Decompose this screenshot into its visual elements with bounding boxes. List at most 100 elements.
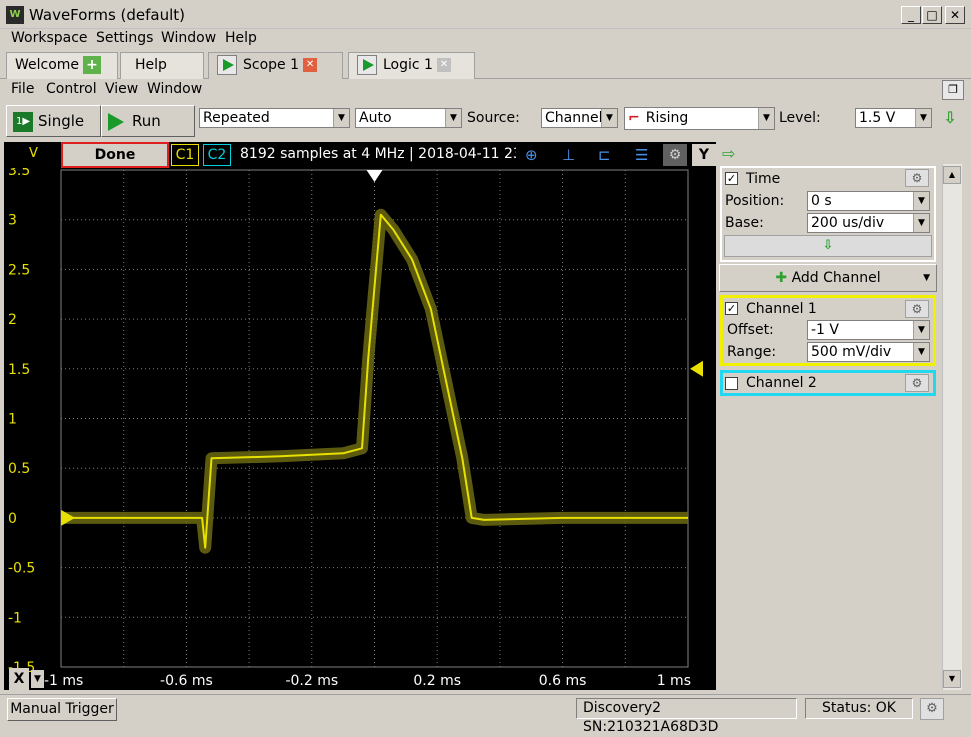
- chevron-down-icon: ▼: [915, 109, 931, 127]
- time-checkbox[interactable]: ✓: [725, 171, 738, 186]
- source-select[interactable]: Channel ▼: [541, 108, 618, 128]
- acquisition-info: 8192 samples at 4 MHz | 2018-04-11 23:: [240, 146, 516, 162]
- y-unit-label: V: [29, 146, 38, 161]
- chevron-down-icon: ▼: [913, 192, 929, 210]
- run-button[interactable]: Run: [101, 105, 195, 137]
- tab-logic-1-label: Logic 1: [383, 57, 433, 73]
- acquisition-status: Done: [61, 142, 169, 168]
- submenu-view[interactable]: View: [105, 81, 138, 97]
- chevron-down-icon: ▼: [913, 214, 929, 232]
- channel-2-toggle[interactable]: C2: [203, 144, 231, 166]
- y-tick-label: 3: [8, 213, 17, 229]
- tab-welcome-label: Welcome: [15, 57, 80, 73]
- chevron-down-icon: ▼: [913, 321, 929, 339]
- acquisition-mode-select[interactable]: Repeated ▼: [199, 108, 350, 128]
- minimize-button[interactable]: _: [901, 6, 921, 24]
- gear-icon[interactable]: ⚙: [920, 698, 944, 720]
- y-tick-label: -1: [8, 610, 22, 626]
- expand-time-button[interactable]: ⇩: [724, 235, 932, 257]
- base-value: 200 us/div: [811, 215, 885, 231]
- trigger-position-marker: [366, 170, 383, 182]
- chevron-down-icon: ▼: [758, 108, 774, 129]
- x-tick-label: 0.6 ms: [539, 673, 587, 689]
- tab-help-label: Help: [135, 57, 167, 73]
- zoom-icon[interactable]: ⊕: [525, 146, 538, 164]
- play-icon: [108, 112, 124, 131]
- trigger-mode-value: Auto: [359, 110, 392, 126]
- close-tab-icon[interactable]: ✕: [436, 58, 451, 72]
- position-select[interactable]: 0 s ▼: [807, 191, 930, 211]
- tab-scope-1[interactable]: Scope 1 ✕: [208, 52, 343, 79]
- tab-welcome[interactable]: Welcome +: [6, 52, 118, 79]
- menu-workspace[interactable]: Workspace: [11, 30, 88, 46]
- cursor-icon[interactable]: ⊥: [562, 146, 575, 164]
- gear-icon[interactable]: ⚙: [905, 169, 929, 187]
- close-button[interactable]: ✕: [945, 6, 965, 24]
- menu-window[interactable]: Window: [161, 30, 216, 46]
- submenu-file[interactable]: File: [11, 81, 34, 97]
- device-info: Discovery2 SN:210321A68D3D: [576, 698, 797, 735]
- submenu-window[interactable]: Window: [147, 81, 202, 97]
- x-tick-label: 1 ms: [657, 673, 691, 689]
- gear-icon[interactable]: ⚙: [663, 144, 687, 166]
- single-run-icon: 1▶: [13, 111, 33, 132]
- gear-icon[interactable]: ⚙: [905, 374, 929, 392]
- single-button[interactable]: 1▶ Single: [6, 105, 101, 137]
- position-value: 0 s: [811, 193, 832, 209]
- oscilloscope-plot[interactable]: 3.532.521.510.50-0.5-1-1.5-1 ms-0.6 ms-0…: [4, 163, 716, 690]
- single-label: Single: [38, 112, 85, 130]
- marker-icon[interactable]: ☰: [635, 146, 648, 164]
- channel-2-label: Channel 2: [746, 375, 817, 391]
- tab-logic-1[interactable]: Logic 1 ✕: [348, 52, 475, 79]
- x-axis-button[interactable]: X: [9, 668, 29, 690]
- add-channel-label: Add Channel: [791, 270, 881, 286]
- y-tick-label: 2: [8, 312, 17, 328]
- base-label: Base:: [725, 215, 764, 231]
- range-value: 500 mV/div: [811, 344, 892, 360]
- x-tick-label: -1 ms: [44, 673, 83, 689]
- run-label: Run: [132, 112, 161, 130]
- restore-window-icon[interactable]: ❐: [942, 80, 964, 100]
- checkbox-icon: [725, 377, 738, 390]
- scrollbar[interactable]: [942, 164, 962, 690]
- arrow-down-icon[interactable]: ⇩: [940, 108, 960, 130]
- arrow-right-icon[interactable]: ⇨: [722, 144, 735, 163]
- add-icon[interactable]: +: [83, 56, 102, 74]
- offset-label: Offset:: [727, 322, 774, 338]
- channel-1-checkbox[interactable]: ✓: [725, 301, 738, 316]
- menu-help[interactable]: Help: [225, 30, 257, 46]
- tab-help[interactable]: Help: [120, 52, 204, 79]
- y-tick-label: -0.5: [8, 561, 35, 577]
- chevron-down-icon: ▼: [913, 343, 929, 361]
- base-select[interactable]: 200 us/div ▼: [807, 213, 930, 233]
- level-select[interactable]: 1.5 V ▼: [855, 108, 932, 128]
- gear-icon[interactable]: ⚙: [905, 300, 929, 318]
- y-axis-button[interactable]: Y: [692, 144, 716, 166]
- trigger-edge-select[interactable]: ⌐ Rising ▼: [624, 107, 775, 130]
- chevron-down-icon[interactable]: ▼: [31, 670, 44, 688]
- y-tick-label: 0.5: [8, 461, 30, 477]
- submenu-control[interactable]: Control: [46, 81, 97, 97]
- plot-area[interactable]: 3.532.521.510.50-0.5-1-1.5-1 ms-0.6 ms-0…: [4, 163, 716, 690]
- scroll-up-icon[interactable]: ▲: [943, 166, 961, 184]
- title-bar: W WaveForms (default) _ □ ✕: [0, 0, 971, 29]
- manual-trigger-button[interactable]: Manual Trigger: [7, 698, 117, 721]
- window-title: WaveForms (default): [29, 6, 186, 24]
- offset-select[interactable]: -1 V ▼: [807, 320, 930, 340]
- menu-settings[interactable]: Settings: [96, 30, 153, 46]
- chevron-down-icon: ▼: [445, 109, 461, 127]
- channel-1-label: Channel 1: [746, 301, 817, 317]
- measure-icon[interactable]: ⊏: [598, 146, 611, 164]
- chevron-down-icon: ▼: [333, 109, 349, 127]
- range-select[interactable]: 500 mV/div ▼: [807, 342, 930, 362]
- channel-1-toggle[interactable]: C1: [171, 144, 199, 166]
- close-tab-icon[interactable]: ✕: [303, 58, 318, 72]
- maximize-button[interactable]: □: [922, 6, 942, 24]
- trigger-mode-select[interactable]: Auto ▼: [355, 108, 462, 128]
- level-label: Level:: [779, 110, 821, 126]
- channel-2-checkbox[interactable]: [725, 376, 738, 391]
- scroll-down-icon[interactable]: ▼: [943, 670, 961, 688]
- app-icon: W: [6, 6, 24, 24]
- play-icon: [357, 55, 377, 75]
- add-channel-button[interactable]: ✚ Add Channel ▼: [719, 264, 937, 292]
